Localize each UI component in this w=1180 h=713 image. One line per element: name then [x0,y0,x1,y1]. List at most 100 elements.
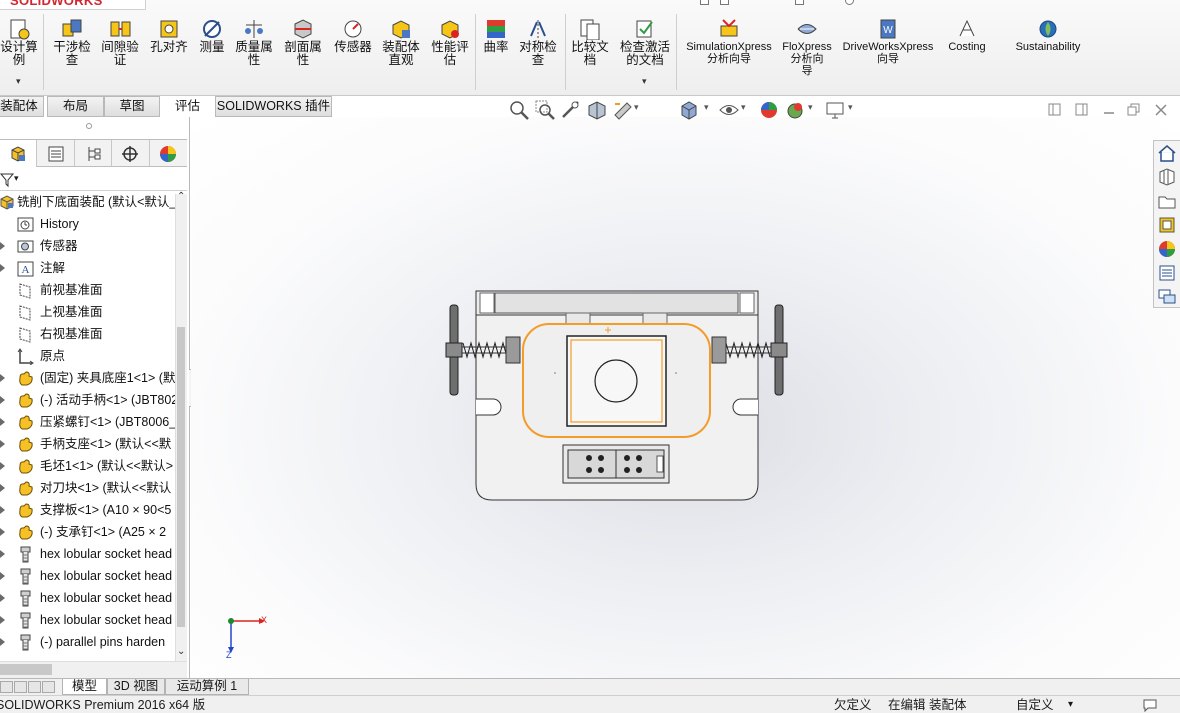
selected-workpiece[interactable] [522,323,711,438]
ribbon-button-sustainability[interactable]: Sustainability [993,18,1103,53]
scroll-down-icon[interactable]: ⌄ [177,646,185,657]
tab-assembly[interactable]: 装配体 [0,96,44,117]
solidworks-logo[interactable]: SOLIDWORKS [0,0,146,10]
tree-item[interactable]: 毛坯1<1> (默认<<默认> [0,455,175,477]
restore-icon[interactable] [1127,103,1141,117]
tab-sketch[interactable]: 草图 [104,96,160,117]
close-icon[interactable] [1154,103,1168,117]
expand-arrow-icon[interactable] [0,396,5,404]
apply-scene-icon[interactable] [784,99,806,121]
expand-arrow-icon[interactable] [0,242,5,250]
view-orientation-dropdown-icon[interactable]: ▾ [634,102,639,113]
tab-solidworks-addins[interactable]: SOLIDWORKS 插件 [215,96,332,117]
tree-item[interactable]: 前视基准面 [0,279,175,301]
tab-model[interactable]: 模型 [62,679,107,695]
scroll-up-icon[interactable]: ⌃ [177,191,185,202]
tree-item[interactable]: hex lobular socket head [0,609,175,631]
tree-item[interactable]: 传感器 [0,235,175,257]
display-manager-tab[interactable] [150,140,187,167]
hide-show-items-icon[interactable] [718,99,740,121]
scene-dropdown-icon[interactable]: ▾ [808,102,813,113]
tree-item[interactable]: 右视基准面 [0,323,175,345]
edit-appearance-icon[interactable] [758,99,780,121]
tree-item[interactable]: hex lobular socket head [0,587,175,609]
feature-manager-tab[interactable] [0,140,38,167]
tree-item[interactable]: 上视基准面 [0,301,175,323]
view-settings-icon[interactable] [824,99,846,121]
tree-filter[interactable]: ▾ [0,169,187,191]
file-explorer-icon[interactable] [1157,191,1177,211]
tree-item[interactable]: 原点 [0,345,175,367]
tile-right-icon[interactable] [1075,103,1089,117]
quick-tips-icon[interactable] [1142,698,1158,712]
expand-arrow-icon[interactable] [0,594,5,602]
tree-vertical-scroll-thumb[interactable] [177,327,185,627]
dimxpert-manager-tab[interactable] [112,140,150,167]
tab-3d-view[interactable]: 3D 视图 [107,679,165,695]
expand-arrow-icon[interactable] [0,374,5,382]
tree-item[interactable]: History [0,213,175,235]
display-style-dropdown-icon[interactable]: ▾ [704,102,709,113]
design-library-icon[interactable] [1157,167,1177,187]
previous-view-icon[interactable] [560,99,582,121]
expand-arrow-icon[interactable] [0,616,5,624]
expand-arrow-icon[interactable] [0,528,5,536]
graphics-area[interactable]: X Z [191,117,1180,680]
tree-root-assembly[interactable]: 铣削下底面装配 (默认<默认_ [0,191,175,213]
custom-properties-icon[interactable] [1157,263,1177,283]
tile-left-icon[interactable] [1048,103,1062,117]
first-tab-arrow-icon[interactable] [0,681,13,693]
next-tab-arrow-icon[interactable] [28,681,41,693]
tab-motion-study[interactable]: 运动算例 1 [165,679,249,695]
units-dropdown-icon[interactable]: ▾ [1068,696,1073,713]
expand-arrow-icon[interactable] [0,462,5,470]
tree-horizontal-scroll-thumb[interactable] [0,664,52,675]
tree-item[interactable]: 压紧螺钉<1> (JBT8006_ [0,411,175,433]
check-doc-dropdown-icon[interactable]: ▾ [642,76,647,87]
filter-dropdown-icon[interactable]: ▾ [14,173,19,184]
status-units[interactable]: 自定义 [1016,696,1054,713]
tree-item[interactable]: hex lobular socket head [0,543,175,565]
tree-item[interactable]: 对刀块<1> (默认<<默认 [0,477,175,499]
zoom-to-area-icon[interactable] [534,99,556,121]
hide-show-dropdown-icon[interactable]: ▾ [741,102,746,113]
last-tab-arrow-icon[interactable] [42,681,55,693]
view-settings-dropdown-icon[interactable]: ▾ [848,102,853,113]
configuration-manager-tab[interactable] [75,140,113,167]
tree-item[interactable]: 手柄支座<1> (默认<<默 [0,433,175,455]
tree-item[interactable]: (固定) 夹具底座1<1> (默 [0,367,175,389]
expand-arrow-icon[interactable] [0,484,5,492]
view-orientation-icon[interactable] [678,99,700,121]
home-icon[interactable] [1157,143,1177,163]
expand-arrow-icon[interactable] [0,638,5,646]
expand-arrow-icon[interactable] [0,506,5,514]
expand-arrow-icon[interactable] [0,572,5,580]
options-icon[interactable] [845,0,854,5]
dynamic-annotation-icon[interactable] [612,99,634,121]
minimize-icon[interactable] [1102,103,1116,117]
tree-item[interactable]: (-) 活动手柄<1> (JBT802 [0,389,175,411]
tab-layout[interactable]: 布局 [47,96,104,117]
section-view-icon[interactable] [586,99,608,121]
expand-arrow-icon[interactable] [0,440,5,448]
expand-arrow-icon[interactable] [0,264,5,272]
tree-item[interactable]: hex lobular socket head [0,565,175,587]
view-palette-icon[interactable] [1157,215,1177,235]
zoom-to-fit-icon[interactable] [508,99,530,121]
prev-tab-arrow-icon[interactable] [14,681,27,693]
expand-arrow-icon[interactable] [0,550,5,558]
tree-item[interactable]: 支撑板<1> (A10 × 90<5 [0,499,175,521]
tree-item[interactable]: (-) parallel pins harden [0,631,175,653]
new-doc-icon[interactable] [700,0,709,5]
property-manager-tab[interactable] [37,140,75,167]
panel-grip-icon[interactable] [86,123,92,129]
tab-evaluate[interactable]: 评估 [160,96,215,117]
design-study-dropdown-icon[interactable]: ▾ [16,76,21,87]
solidworks-forum-icon[interactable] [1157,287,1177,307]
expand-arrow-icon[interactable] [0,418,5,426]
tree-item[interactable]: A 注解 [0,257,175,279]
tree-item[interactable]: (-) 支承钉<1> (A25 × 2 [0,521,175,543]
open-icon[interactable] [720,0,729,5]
rebuild-icon[interactable] [795,0,804,5]
appearances-scenes-icon[interactable] [1157,239,1177,259]
